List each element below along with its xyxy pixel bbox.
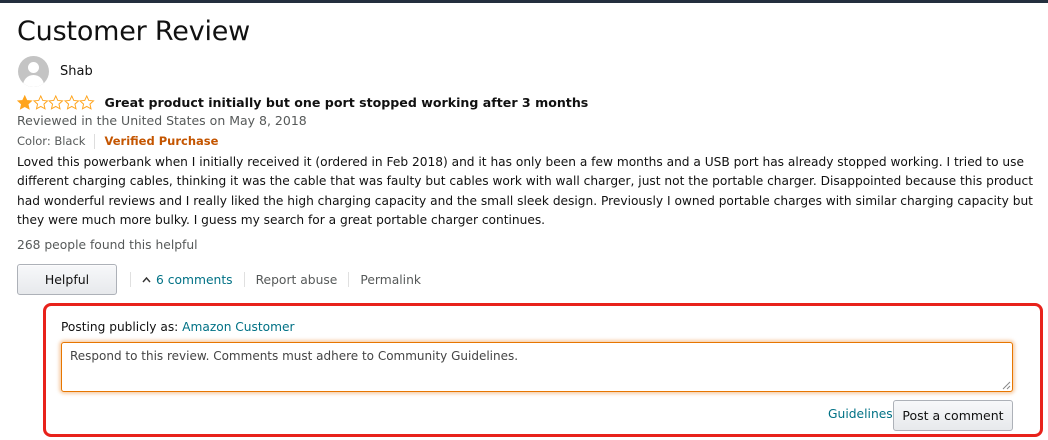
comments-link-label[interactable]: 6 comments xyxy=(156,273,233,287)
posting-name-link[interactable]: Amazon Customer xyxy=(182,320,294,334)
helpful-button[interactable]: Helpful xyxy=(17,264,117,295)
comment-input[interactable] xyxy=(61,342,1013,392)
comments-toggle[interactable]: 6 comments xyxy=(142,273,233,287)
chevron-up-icon xyxy=(142,276,151,283)
star-filled-icon xyxy=(17,94,33,110)
divider xyxy=(94,133,96,149)
divider xyxy=(243,272,245,287)
posting-as-line: Posting publicly as: Amazon Customer xyxy=(61,320,295,334)
rating-row: Great product initially but one port sto… xyxy=(17,93,588,111)
post-comment-button[interactable]: Post a comment xyxy=(893,400,1013,431)
star-empty-icon xyxy=(48,94,64,110)
guidelines-link[interactable]: Guidelines xyxy=(828,407,893,421)
resize-handle-icon[interactable] xyxy=(1002,381,1011,390)
user-avatar-icon xyxy=(18,55,49,87)
star-empty-icon xyxy=(32,94,48,110)
helpful-count: 268 people found this helpful xyxy=(17,238,198,252)
divider xyxy=(348,272,350,287)
review-actions: Helpful 6 comments Report abuse Permalin… xyxy=(17,264,421,295)
review-title[interactable]: Great product initially but one port sto… xyxy=(105,95,589,110)
report-abuse-link[interactable]: Report abuse xyxy=(256,273,338,287)
star-empty-icon xyxy=(63,94,79,110)
review-date: Reviewed in the United States on May 8, … xyxy=(17,113,307,128)
reviewer-profile[interactable]: Shab xyxy=(18,55,93,87)
verified-purchase-badge: Verified Purchase xyxy=(104,134,219,148)
star-rating[interactable] xyxy=(17,94,95,110)
top-bar xyxy=(0,0,1048,3)
product-color: Color: Black xyxy=(17,134,86,148)
review-body: Loved this powerbank when I initially re… xyxy=(17,155,1033,227)
page-title: Customer Review xyxy=(17,16,251,47)
format-row: Color: Black Verified Purchase xyxy=(17,133,218,149)
posting-prefix: Posting publicly as: xyxy=(61,320,179,334)
star-empty-icon xyxy=(79,94,95,110)
reviewer-name[interactable]: Shab xyxy=(60,64,93,79)
permalink-link[interactable]: Permalink xyxy=(360,273,421,287)
divider xyxy=(130,272,131,287)
